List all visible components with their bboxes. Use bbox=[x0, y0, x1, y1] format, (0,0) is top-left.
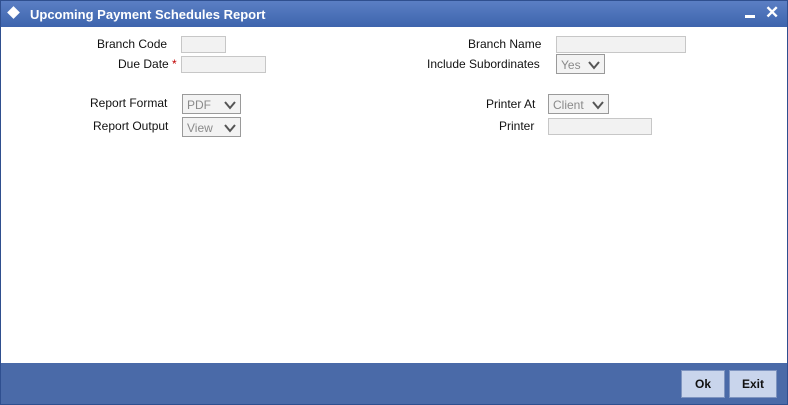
exit-button[interactable]: Exit bbox=[729, 370, 777, 398]
printer-label: Printer bbox=[499, 119, 535, 133]
branch-name-label: Branch Name bbox=[468, 37, 542, 51]
include-subordinates-select[interactable]: Yes bbox=[556, 54, 605, 74]
include-subordinates-label: Include Subordinates bbox=[427, 57, 540, 71]
footer-bar bbox=[1, 363, 787, 404]
due-date-field[interactable] bbox=[181, 56, 266, 73]
report-format-select[interactable]: PDF bbox=[182, 94, 241, 114]
chevron-down-icon bbox=[224, 124, 236, 133]
printer-at-value: Client bbox=[553, 98, 584, 112]
minimize-icon[interactable] bbox=[745, 15, 755, 18]
window-title: Upcoming Payment Schedules Report bbox=[30, 7, 266, 22]
report-output-label: Report Output bbox=[93, 119, 169, 133]
report-format-value: PDF bbox=[187, 98, 211, 112]
ok-button[interactable]: Ok bbox=[681, 370, 725, 398]
report-format-label: Report Format bbox=[90, 96, 168, 110]
chevron-down-icon bbox=[224, 101, 236, 110]
chevron-down-icon bbox=[588, 61, 600, 70]
printer-field[interactable] bbox=[548, 118, 652, 135]
report-output-select[interactable]: View bbox=[182, 117, 241, 137]
printer-at-select[interactable]: Client bbox=[548, 94, 609, 114]
title-bar[interactable]: Upcoming Payment Schedules Report ✕ bbox=[1, 1, 787, 27]
branch-code-label: Branch Code bbox=[97, 37, 168, 51]
chevron-down-icon bbox=[592, 101, 604, 110]
close-icon[interactable]: ✕ bbox=[765, 3, 779, 23]
branch-code-field[interactable] bbox=[181, 36, 226, 53]
report-window: Upcoming Payment Schedules Report ✕ Bran… bbox=[0, 0, 788, 405]
diamond-icon bbox=[7, 6, 20, 19]
include-subordinates-value: Yes bbox=[561, 58, 581, 72]
report-output-value: View bbox=[187, 121, 213, 135]
printer-at-label: Printer At bbox=[486, 97, 536, 111]
due-date-label-text: Due Date bbox=[118, 57, 169, 71]
branch-name-field[interactable] bbox=[556, 36, 686, 53]
due-date-label: Due Date * bbox=[118, 57, 177, 71]
required-indicator: * bbox=[172, 57, 177, 71]
